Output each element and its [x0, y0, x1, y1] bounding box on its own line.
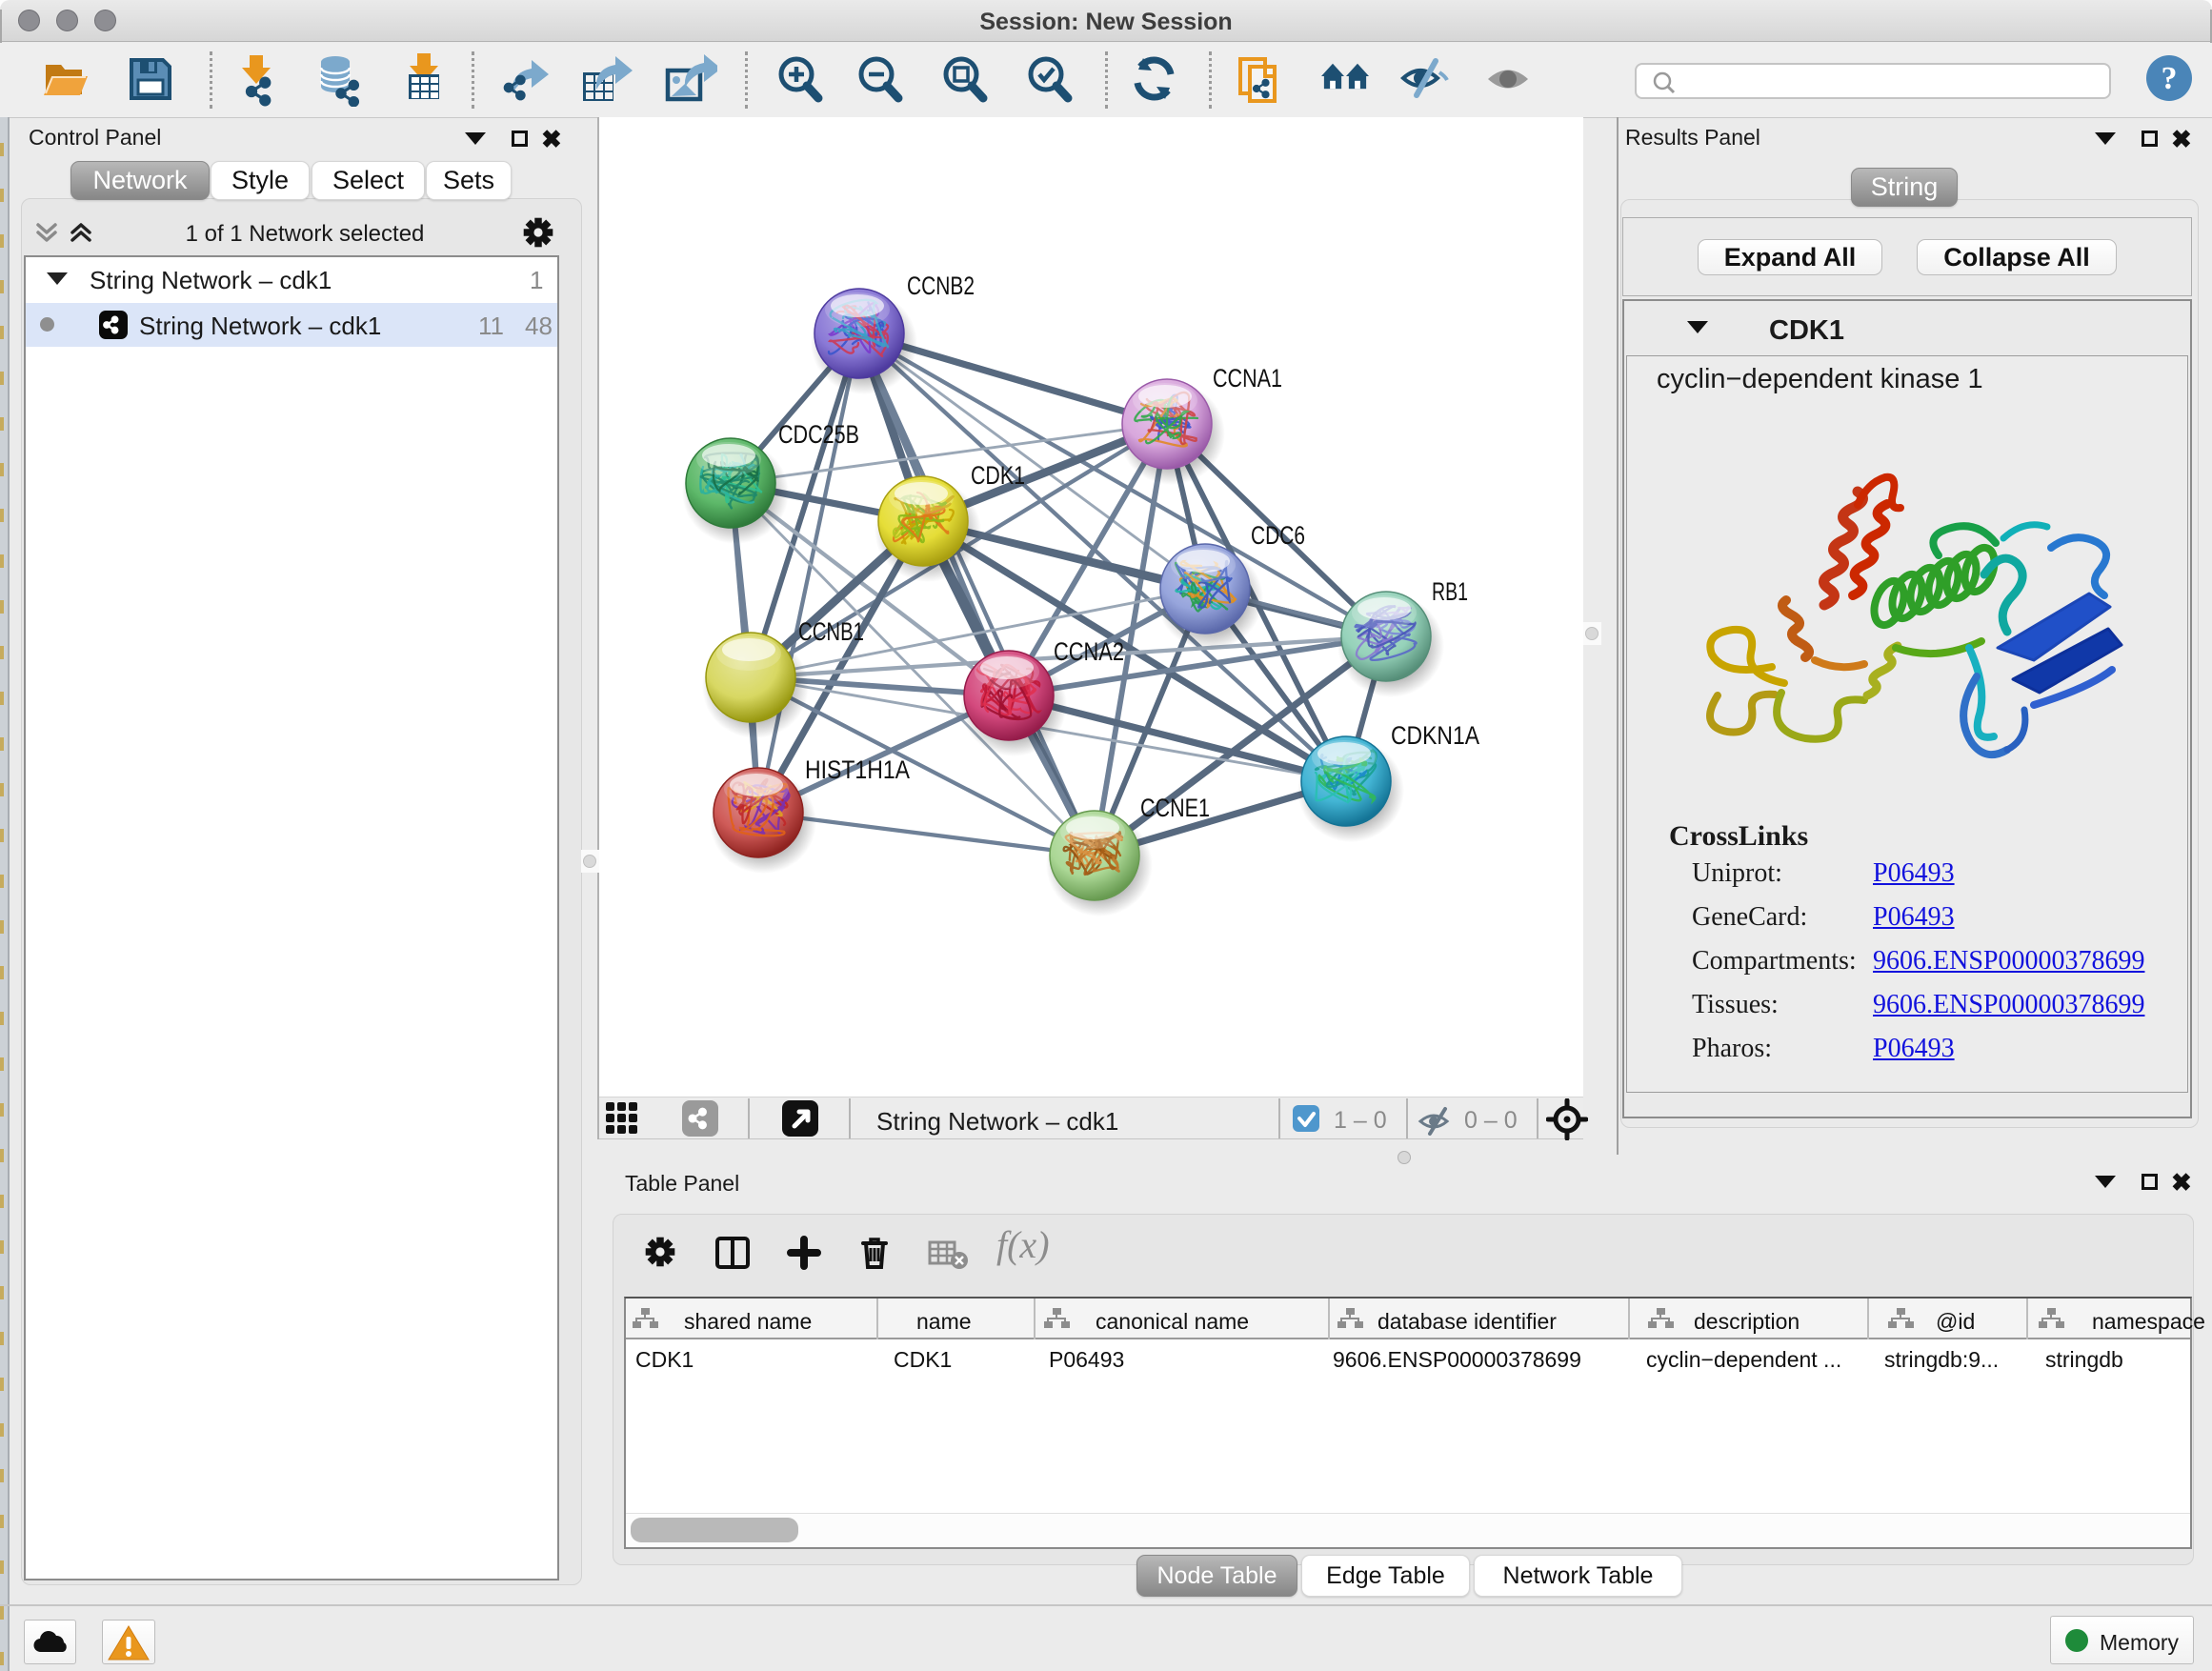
svg-text:CCNA2: CCNA2	[1054, 637, 1124, 666]
svg-text:CDKN1A: CDKN1A	[1391, 721, 1479, 750]
svg-text:CDC25B: CDC25B	[778, 420, 859, 449]
svg-text:CCNB1: CCNB1	[798, 617, 864, 646]
svg-text:HIST1H1A: HIST1H1A	[805, 755, 910, 784]
svg-text:CCNB2: CCNB2	[907, 272, 975, 300]
svg-text:CDK1: CDK1	[971, 461, 1025, 490]
svg-text:CCNA1: CCNA1	[1213, 364, 1282, 393]
svg-text:CDC6: CDC6	[1251, 521, 1305, 550]
svg-text:?: ?	[2162, 61, 2178, 96]
svg-text:CCNE1: CCNE1	[1140, 794, 1210, 822]
svg-text:RB1: RB1	[1432, 577, 1468, 606]
